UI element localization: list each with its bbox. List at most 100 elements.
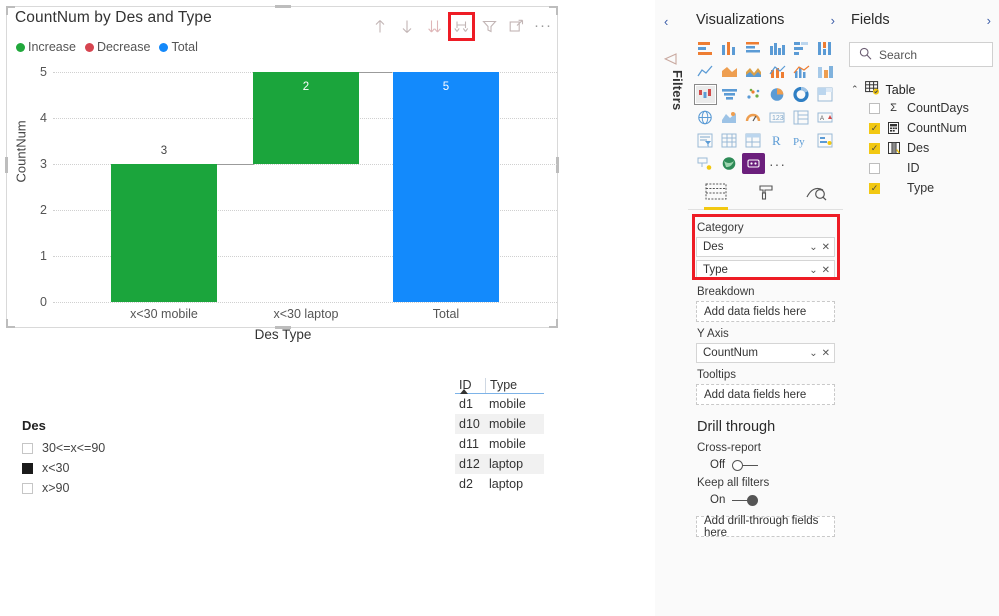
field-chip-type[interactable]: Type ⌄ ✕: [696, 260, 835, 280]
stacked-area-chart-icon[interactable]: [742, 61, 765, 82]
arcgis-map-icon[interactable]: [718, 153, 741, 174]
paginated-report-icon[interactable]: [742, 153, 765, 174]
fields-table-node[interactable]: ⌃ Table: [843, 67, 999, 98]
table-icon[interactable]: [718, 130, 741, 151]
legend-item-total[interactable]: Total: [159, 40, 198, 54]
breakdown-dropzone[interactable]: Add data fields here: [696, 301, 835, 322]
field-chip-des[interactable]: Des ⌄ ✕: [696, 237, 835, 257]
visual-header-toolbar[interactable]: ···: [372, 11, 551, 41]
donut-chart-icon[interactable]: [790, 84, 813, 105]
des-slicer-visual[interactable]: Des 30<=x<=90 x<30 x>90: [22, 418, 202, 498]
waterfall-chart-icon[interactable]: [694, 84, 717, 105]
waterfall-bar-total[interactable]: [393, 72, 499, 302]
slicer-icon[interactable]: [694, 130, 717, 151]
100-stacked-column-chart-icon[interactable]: [814, 38, 837, 59]
gauge-icon[interactable]: [742, 107, 765, 128]
remove-field-icon[interactable]: ✕: [822, 348, 830, 359]
collapse-visualizations-chevron-icon[interactable]: ›: [831, 13, 835, 28]
resize-handle-left-top[interactable]: [6, 6, 8, 15]
slicer-checkbox-2[interactable]: [22, 482, 33, 494]
map-icon[interactable]: [694, 107, 717, 128]
more-options-icon[interactable]: ···: [534, 18, 551, 34]
filled-map-icon[interactable]: [718, 107, 741, 128]
filter-icon[interactable]: [481, 18, 497, 34]
field-checkbox-type[interactable]: [869, 182, 880, 194]
resize-handle-right-top[interactable]: [556, 6, 558, 15]
stacked-column-chart-icon[interactable]: [718, 38, 741, 59]
visual-type-gallery[interactable]: 123 A R Py ···: [688, 38, 843, 174]
field-checkbox-countdays[interactable]: [869, 102, 880, 114]
resize-handle-top-center[interactable]: [275, 5, 291, 8]
slicer-item-1[interactable]: x<30: [22, 458, 202, 478]
collapse-fields-chevron-icon[interactable]: ›: [987, 13, 991, 28]
scatter-chart-icon[interactable]: [742, 84, 765, 105]
table-column-header-id[interactable]: ID: [455, 378, 485, 394]
table-column-header-type[interactable]: Type: [485, 378, 541, 393]
cross-report-toggle-row[interactable]: Off: [710, 459, 835, 471]
pie-chart-icon[interactable]: [766, 84, 789, 105]
chevron-collapse-icon[interactable]: ⌃: [851, 84, 859, 95]
remove-field-icon[interactable]: ✕: [822, 265, 830, 276]
remove-field-icon[interactable]: ✕: [822, 242, 830, 253]
tab-format[interactable]: [753, 183, 779, 207]
field-checkbox-id[interactable]: [869, 162, 880, 174]
slicer-item-2[interactable]: x>90: [22, 478, 202, 498]
python-visual-icon[interactable]: Py: [790, 130, 813, 151]
cross-report-toggle[interactable]: [732, 459, 759, 471]
decomposition-tree-icon[interactable]: [694, 153, 717, 174]
slicer-checkbox-0[interactable]: [22, 442, 33, 454]
table-row[interactable]: d11 mobile: [455, 434, 544, 454]
keep-all-filters-toggle[interactable]: [732, 494, 759, 506]
waterfall-chart-visual[interactable]: CountNum by Des and Type ··· Increase De…: [5, 5, 559, 342]
table-row[interactable]: d2 laptop: [455, 474, 544, 494]
clustered-bar-chart-icon[interactable]: [742, 38, 765, 59]
slicer-item-0[interactable]: 30<=x<=90: [22, 438, 202, 458]
field-chip-countnum[interactable]: CountNum ⌄ ✕: [696, 343, 835, 363]
more-visuals-icon[interactable]: ···: [766, 153, 789, 174]
drill-down-icon[interactable]: [399, 18, 415, 34]
expand-filters-chevron-icon[interactable]: ‹: [664, 14, 668, 29]
field-item-type[interactable]: Type: [843, 178, 999, 198]
tab-fields[interactable]: [703, 183, 729, 210]
legend-item-increase[interactable]: Increase: [16, 40, 76, 54]
chevron-down-icon[interactable]: ⌄: [809, 348, 817, 359]
field-checkbox-des[interactable]: [869, 142, 880, 154]
ribbon-chart-icon[interactable]: [814, 61, 837, 82]
clustered-column-chart-icon[interactable]: [766, 38, 789, 59]
kpi-icon[interactable]: A: [814, 107, 837, 128]
waterfall-bar-increase-1[interactable]: [111, 164, 217, 302]
legend-item-decrease[interactable]: Decrease: [84, 40, 150, 54]
field-item-des[interactable]: Des: [843, 138, 999, 158]
area-chart-icon[interactable]: [718, 61, 741, 82]
chevron-down-icon[interactable]: ⌄: [809, 265, 817, 276]
multi-row-card-icon[interactable]: [790, 107, 813, 128]
visualizations-tabs[interactable]: [688, 183, 843, 210]
r-script-visual-icon[interactable]: R: [766, 130, 789, 151]
table-row[interactable]: d12 laptop: [455, 454, 544, 474]
fields-search-box[interactable]: Search: [849, 42, 993, 67]
matrix-icon[interactable]: [742, 130, 765, 151]
drill-mode-icon[interactable]: [448, 11, 475, 41]
funnel-chart-icon[interactable]: [718, 84, 741, 105]
table-visual[interactable]: ID Type d1 mobile d10 mobile d11 mobile …: [455, 378, 544, 494]
table-row[interactable]: d1 mobile: [455, 394, 544, 414]
field-checkbox-countnum[interactable]: [869, 122, 880, 134]
filters-rail[interactable]: ‹ Filters: [655, 0, 688, 616]
100-stacked-bar-chart-icon[interactable]: [790, 38, 813, 59]
field-item-countdays[interactable]: Σ CountDays: [843, 98, 999, 118]
field-item-id[interactable]: ID: [843, 158, 999, 178]
table-row[interactable]: d10 mobile: [455, 414, 544, 434]
tooltips-dropzone[interactable]: Add data fields here: [696, 384, 835, 405]
line-clustered-column-chart-icon[interactable]: [790, 61, 813, 82]
stacked-bar-chart-icon[interactable]: [694, 38, 717, 59]
chevron-down-icon[interactable]: ⌄: [809, 242, 817, 253]
keep-all-filters-toggle-row[interactable]: On: [710, 494, 835, 506]
line-chart-icon[interactable]: [694, 61, 717, 82]
tab-analytics[interactable]: [803, 183, 829, 207]
drill-up-icon[interactable]: [372, 18, 388, 34]
line-stacked-column-chart-icon[interactable]: [766, 61, 789, 82]
key-influencers-icon[interactable]: [814, 130, 837, 151]
focus-mode-icon[interactable]: [508, 18, 524, 34]
drill-through-dropzone[interactable]: Add drill-through fields here: [696, 515, 835, 539]
slicer-checkbox-1[interactable]: [22, 462, 33, 474]
